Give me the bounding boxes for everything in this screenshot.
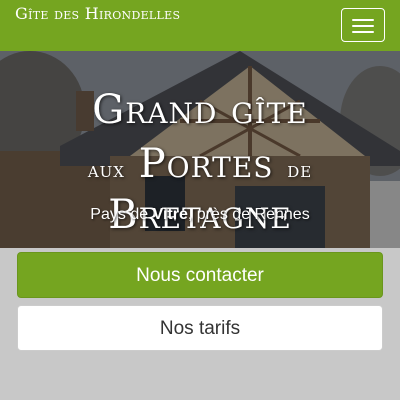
hero-title-line1: Grand gîte <box>92 87 308 133</box>
tarifs-button[interactable]: Nos tarifs <box>17 305 383 351</box>
menu-toggle-button[interactable] <box>341 8 385 42</box>
site-brand[interactable]: Gîte des Hirondelles <box>15 4 180 23</box>
contact-button[interactable]: Nous contacter <box>17 252 383 298</box>
hamburger-menu-icon <box>352 19 374 21</box>
hero-subtitle: Pays de Vitré, près de Rennes <box>90 206 310 223</box>
navbar: Gîte des Hirondelles <box>0 0 400 51</box>
